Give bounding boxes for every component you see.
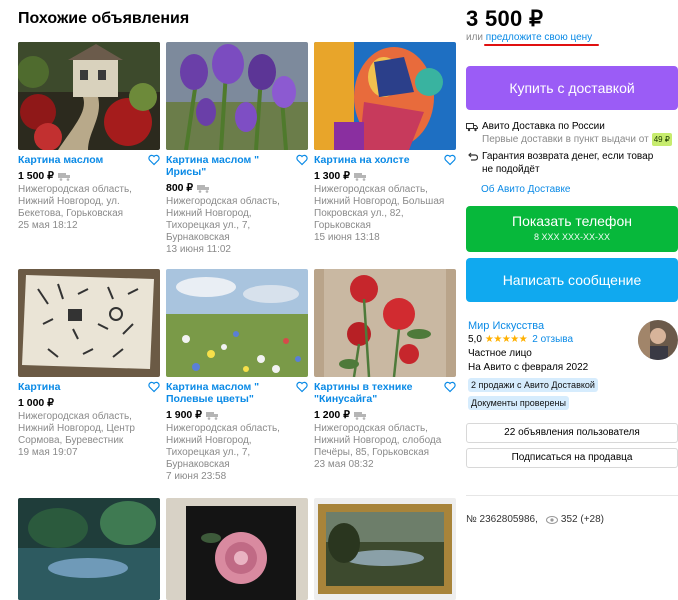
masked-phone: 8 XXX XXX-XX-XX: [533, 232, 611, 242]
about-delivery-link[interactable]: Об Авито Доставке: [481, 184, 571, 195]
listing-price: 1 200 ₽: [314, 409, 350, 421]
listing-card[interactable]: Картина на холсте 1 300 ₽ Нижегородская …: [314, 42, 456, 244]
listing-price: 800 ₽: [166, 182, 194, 194]
listing-date: 25 мая 18:12: [18, 220, 78, 231]
listing-price: 1 000 ₽: [18, 397, 54, 409]
seller-type: Частное лицо: [468, 348, 532, 359]
favorite-heart-icon[interactable]: [296, 381, 308, 393]
listing-title[interactable]: Картина маслом: [18, 154, 138, 166]
product-price: 3 500 ₽: [466, 6, 544, 31]
delivery-truck-icon: [205, 411, 218, 420]
listing-card[interactable]: Картина 1 000 ₽ Нижегородская область, Н…: [18, 269, 160, 459]
reviews-link[interactable]: 2 отзыва: [532, 334, 573, 345]
buy-with-delivery-button[interactable]: Купить с доставкой: [466, 66, 678, 110]
listing-card[interactable]: [166, 498, 308, 600]
listing-image[interactable]: [166, 498, 308, 600]
subscribe-seller-button[interactable]: Подписаться на продавца: [466, 448, 678, 468]
listing-image[interactable]: [314, 269, 456, 377]
listing-image[interactable]: [166, 42, 308, 150]
listing-location: Нижегородская область, Нижний Новгород, …: [314, 184, 445, 231]
delivery-truck-icon: [353, 411, 366, 420]
favorite-heart-icon[interactable]: [296, 154, 308, 166]
listing-location: Нижегородская область, Нижний Новгород, …: [166, 423, 280, 470]
listing-date: 7 июня 23:58: [166, 471, 227, 482]
delivery-truck-icon: [197, 184, 210, 193]
favorite-heart-icon[interactable]: [148, 381, 160, 393]
listing-price: 1 500 ₽: [18, 170, 54, 182]
divider: [466, 495, 678, 496]
truck-icon: [466, 123, 478, 132]
documents-verified-badge: Документы проверены: [468, 396, 569, 410]
seller-avatar[interactable]: [638, 320, 678, 360]
rating-value: 5,0: [468, 334, 482, 345]
delivery-info: Авито Доставка по России Первые доставки…: [466, 120, 672, 146]
seller-rating: 5,0 ★★★★★ 2 отзыва: [468, 334, 573, 345]
listing-card[interactable]: [314, 498, 456, 600]
favorite-heart-icon[interactable]: [444, 381, 456, 393]
rating-stars-icon: ★★★★★: [484, 334, 528, 345]
listing-title[interactable]: Картина маслом " Полевые цветы": [166, 381, 286, 405]
listing-date: 19 мая 19:07: [18, 447, 78, 458]
listing-location: Нижегородская область, Нижний Новгород, …: [314, 423, 442, 458]
listing-price: 1 300 ₽: [314, 170, 350, 182]
listing-title[interactable]: Картины в технике "Кинусайга": [314, 381, 434, 405]
listing-stats: № 2362805986, 352 (+28): [466, 514, 604, 525]
listing-card[interactable]: Картина маслом " Ирисы" 800 ₽ Нижегородс…: [166, 42, 308, 256]
delivery-note: Первые доставки в пункт выдачи от 49 ₽: [482, 133, 672, 146]
user-listings-button[interactable]: 22 объявления пользователя: [466, 423, 678, 443]
delivery-sales-badge: 2 продажи с Авито Доставкой: [468, 378, 598, 392]
listing-card[interactable]: Картина маслом " Полевые цветы" 1 900 ₽ …: [166, 269, 308, 483]
delivery-truck-icon: [57, 172, 70, 181]
section-title: Похожие объявления: [18, 10, 190, 27]
listing-date: 23 мая 08:32: [314, 459, 374, 470]
listing-date: 15 июня 13:18: [314, 232, 380, 243]
seller-name-link[interactable]: Мир Искусства: [468, 320, 544, 332]
listing-image[interactable]: [166, 269, 308, 377]
offer-prefix: или: [466, 32, 484, 43]
write-message-button[interactable]: Написать сообщение: [466, 258, 678, 302]
seller-since: На Авито с февраля 2022: [468, 362, 589, 373]
listing-title[interactable]: Картина маслом " Ирисы": [166, 154, 286, 178]
delivery-title: Авито Доставка по России: [482, 121, 605, 132]
listing-id: № 2362805986,: [466, 514, 538, 525]
listing-title[interactable]: Картина: [18, 381, 138, 393]
listing-location: Нижегородская область, Нижний Новгород, …: [166, 196, 280, 243]
listing-image[interactable]: [314, 498, 456, 600]
views-eye-icon: [545, 515, 558, 524]
views-count: 352 (+28): [560, 514, 604, 525]
listing-location: Нижегородская область, Нижний Новгород, …: [18, 411, 135, 446]
offer-price-line: или предложите свою цену: [466, 32, 592, 43]
listing-title[interactable]: Картина на холсте: [314, 154, 434, 166]
listing-image[interactable]: [314, 42, 456, 150]
listing-price: 1 900 ₽: [166, 409, 202, 421]
listing-card[interactable]: Картины в технике "Кинусайга" 1 200 ₽ Ни…: [314, 269, 456, 471]
delivery-price-tag: 49 ₽: [651, 133, 672, 146]
listing-image[interactable]: [18, 269, 160, 377]
favorite-heart-icon[interactable]: [444, 154, 456, 166]
offer-link-highlight: [484, 44, 599, 46]
guarantee-text: Гарантия возврата денег, если товар не п…: [482, 151, 654, 175]
delivery-truck-icon: [353, 172, 366, 181]
show-phone-button[interactable]: Показать телефон 8 XXX XXX-XX-XX: [466, 206, 678, 252]
guarantee-info: Гарантия возврата денег, если товар не п…: [466, 150, 656, 176]
listing-card[interactable]: Картина маслом 1 500 ₽ Нижегородская обл…: [18, 42, 160, 232]
listing-image[interactable]: [18, 42, 160, 150]
listing-card[interactable]: [18, 498, 160, 600]
listing-image[interactable]: [18, 498, 160, 600]
favorite-heart-icon[interactable]: [148, 154, 160, 166]
return-arrow-icon: [468, 152, 478, 161]
show-phone-label: Показать телефон: [512, 213, 632, 229]
listing-location: Нижегородская область, Нижний Новгород, …: [18, 184, 132, 219]
listing-date: 13 июня 11:02: [166, 244, 231, 255]
offer-price-link[interactable]: предложите свою цену: [486, 32, 592, 43]
